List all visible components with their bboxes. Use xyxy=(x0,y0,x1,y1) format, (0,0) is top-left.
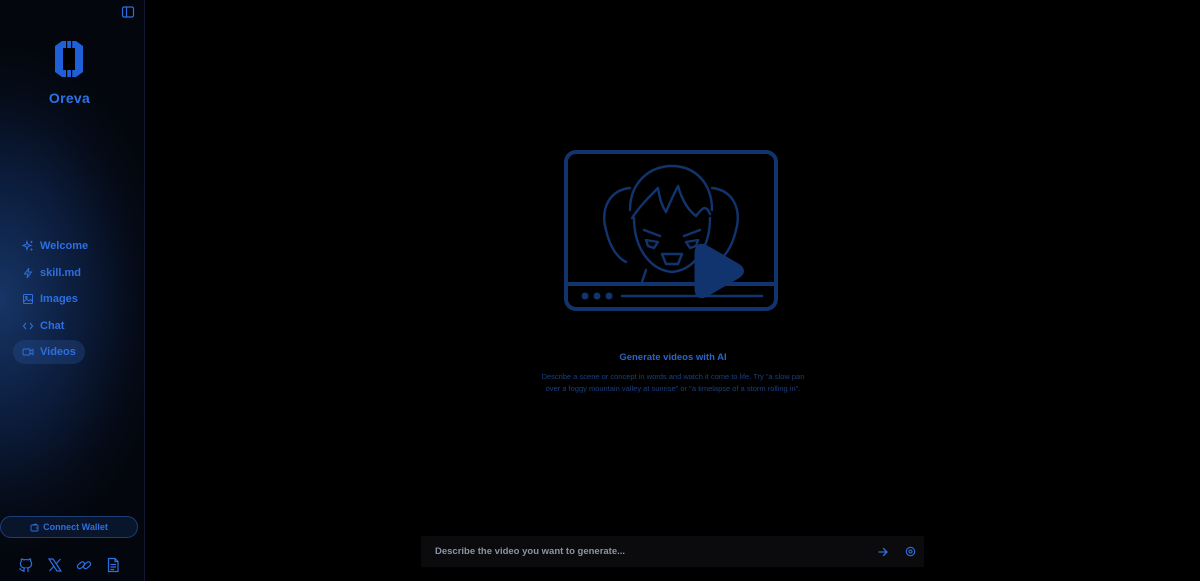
document-icon[interactable] xyxy=(105,557,121,573)
sidebar: Oreva Welcome skill.md Images Chat Video… xyxy=(0,0,145,581)
sidebar-item-label: Videos xyxy=(40,346,76,358)
sidebar-item-skill[interactable]: skill.md xyxy=(13,261,90,285)
sidebar-item-videos[interactable]: Videos xyxy=(13,340,85,364)
sidebar-toggle-icon[interactable] xyxy=(121,5,135,19)
sidebar-item-images[interactable]: Images xyxy=(13,287,87,311)
x-icon[interactable] xyxy=(47,557,63,573)
sidebar-item-label: Welcome xyxy=(40,240,89,252)
send-arrow-icon[interactable] xyxy=(877,546,889,558)
wallet-icon xyxy=(30,522,39,531)
brand-name: Oreva xyxy=(48,90,91,106)
sidebar-item-label: skill.md xyxy=(40,266,81,279)
lightning-icon xyxy=(23,267,33,278)
settings-icon[interactable] xyxy=(905,546,916,557)
sidebar-item-chat[interactable]: Chat xyxy=(13,314,73,338)
connect-wallet-label: Connect Wallet xyxy=(43,522,108,532)
code-icon xyxy=(22,322,34,329)
github-icon[interactable] xyxy=(18,557,34,573)
page-description: Describe a scene or concept in words and… xyxy=(541,372,805,393)
image-icon xyxy=(23,294,33,304)
prompt-bar xyxy=(421,536,924,567)
sidebar-item-welcome[interactable]: Welcome xyxy=(13,234,97,258)
prompt-input[interactable] xyxy=(421,536,877,567)
sidebar-item-label: Chat xyxy=(40,319,65,332)
sidebar-nav: Welcome skill.md Images Chat Videos xyxy=(13,234,133,367)
logo-icon xyxy=(55,41,83,77)
connect-wallet-button[interactable]: Connect Wallet xyxy=(0,516,138,538)
page-title: Generate videos with AI xyxy=(619,352,727,363)
video-icon xyxy=(22,348,34,356)
video-player-illustration xyxy=(564,150,778,311)
sidebar-item-label: Images xyxy=(40,293,78,305)
link-icon[interactable] xyxy=(76,557,92,573)
sparkles-icon xyxy=(22,240,33,252)
